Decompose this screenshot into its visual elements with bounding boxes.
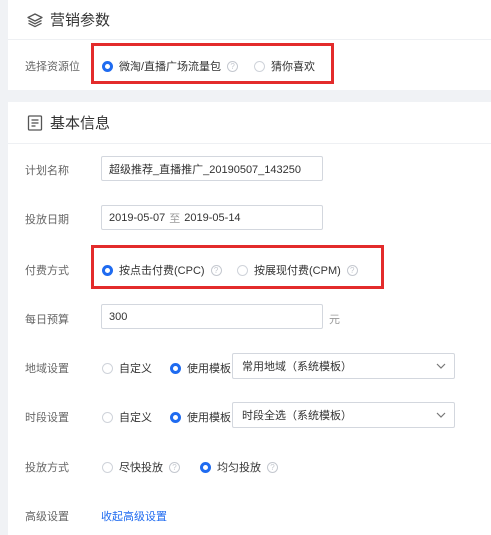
date-range-picker[interactable]: 2019-05-07 至 2019-05-14 xyxy=(101,205,323,230)
layers-icon xyxy=(26,11,44,29)
radio-unchecked-icon xyxy=(102,411,113,423)
budget-input[interactable]: 300 xyxy=(101,304,323,329)
time-template-select[interactable]: 时段全选（系统模板） xyxy=(232,402,455,428)
radio-checked-icon xyxy=(200,461,211,473)
radio-checked-icon xyxy=(170,362,181,374)
highlight-box-pay xyxy=(91,245,384,289)
region-template-select[interactable]: 常用地域（系统模板） xyxy=(232,353,455,379)
region-label: 地域设置 xyxy=(25,363,69,375)
radio-unchecked-icon xyxy=(102,461,113,473)
chevron-down-icon xyxy=(436,412,446,418)
delivery-option-fast[interactable]: 尽快投放 ? xyxy=(102,459,180,475)
region-option-template[interactable]: 使用模板 xyxy=(170,360,231,376)
region-option-custom-label: 自定义 xyxy=(119,363,152,375)
collapse-advanced-link[interactable]: 收起高级设置 xyxy=(101,508,167,524)
region-template-value: 常用地域（系统模板） xyxy=(242,361,352,373)
delivery-option-even[interactable]: 均匀投放 ? xyxy=(200,459,278,475)
budget-label: 每日预算 xyxy=(25,314,69,326)
chevron-down-icon xyxy=(436,363,446,369)
region-option-custom[interactable]: 自定义 xyxy=(102,360,152,376)
marketing-params-header: 营销参数 xyxy=(8,0,491,40)
delivery-label: 投放方式 xyxy=(25,462,69,474)
time-option-template-label: 使用模板 xyxy=(187,412,231,424)
resource-label: 选择资源位 xyxy=(25,61,80,73)
document-icon xyxy=(26,114,44,132)
region-option-template-label: 使用模板 xyxy=(187,363,231,375)
time-option-custom-label: 自定义 xyxy=(119,412,152,424)
pay-label: 付费方式 xyxy=(25,265,69,277)
time-label: 时段设置 xyxy=(25,412,69,424)
advanced-label: 高级设置 xyxy=(25,511,69,523)
basic-info-title: 基本信息 xyxy=(50,115,111,132)
marketing-params-card: 营销参数 选择资源位 微淘/直播广场流量包 ? 猜你喜欢 xyxy=(8,0,491,90)
delivery-option-fast-label: 尽快投放 xyxy=(119,462,163,474)
date-start: 2019-05-07 xyxy=(109,211,166,224)
time-option-template[interactable]: 使用模板 xyxy=(170,409,231,425)
date-separator: 至 xyxy=(169,212,181,225)
time-option-custom[interactable]: 自定义 xyxy=(102,409,152,425)
radio-checked-icon xyxy=(170,411,181,423)
marketing-params-title: 营销参数 xyxy=(50,12,111,29)
delivery-option-even-label: 均匀投放 xyxy=(217,462,261,474)
help-icon[interactable]: ? xyxy=(169,461,180,473)
time-template-value: 时段全选（系统模板） xyxy=(242,410,352,422)
plan-name-input[interactable]: 超级推荐_直播推广_20190507_143250 xyxy=(101,156,323,181)
radio-unchecked-icon xyxy=(102,362,113,374)
highlight-box-resource xyxy=(91,43,334,84)
plan-name-label: 计划名称 xyxy=(25,165,69,177)
basic-info-card: 基本信息 计划名称 超级推荐_直播推广_20190507_143250 投放日期… xyxy=(8,102,491,535)
basic-info-header: 基本信息 xyxy=(8,102,491,144)
budget-value: 300 xyxy=(109,310,128,323)
date-label: 投放日期 xyxy=(25,214,69,226)
plan-name-value: 超级推荐_直播推广_20190507_143250 xyxy=(109,163,301,176)
budget-unit: 元 xyxy=(329,314,340,326)
date-end: 2019-05-14 xyxy=(184,211,241,224)
help-icon[interactable]: ? xyxy=(267,461,278,473)
